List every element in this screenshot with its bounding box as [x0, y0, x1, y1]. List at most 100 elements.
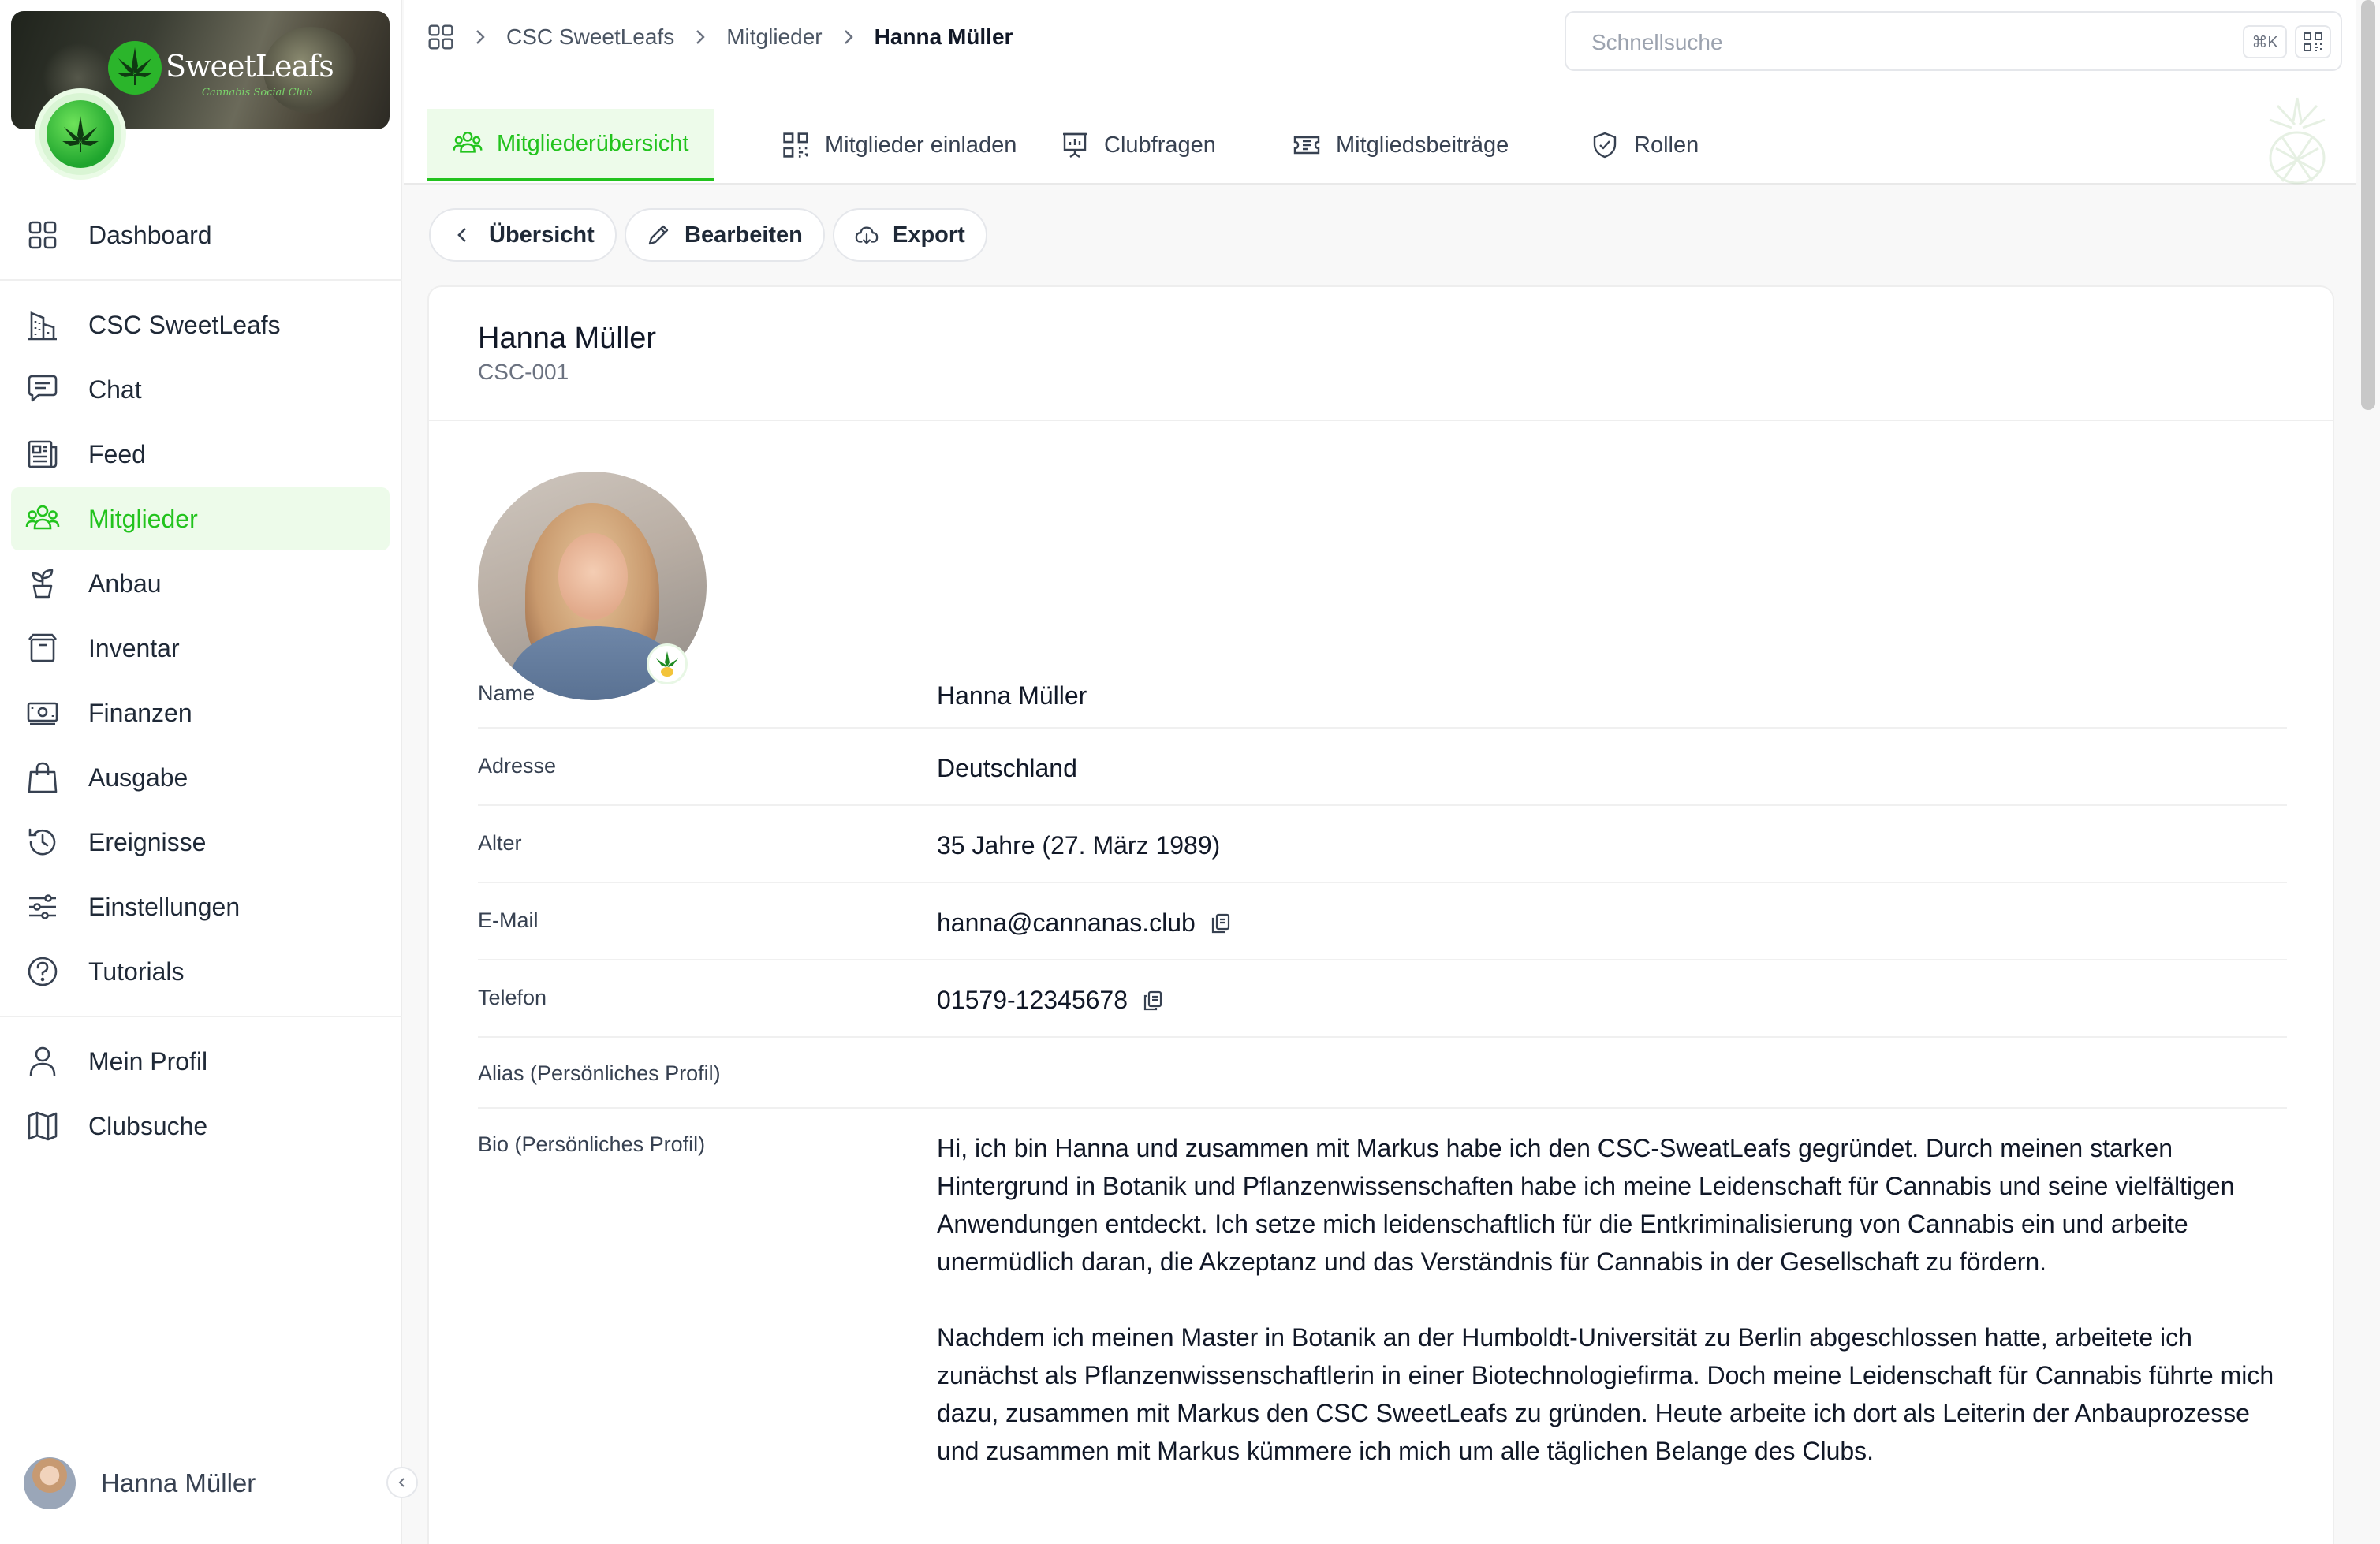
sidebar-item-label: Anbau — [88, 569, 162, 598]
qr-code-icon[interactable] — [2295, 25, 2331, 58]
sidebar-item-my-profile[interactable]: Mein Profil — [11, 1030, 390, 1093]
tab-label: Mitgliedsbeiträge — [1336, 132, 1509, 158]
sidebar-item-chat[interactable]: Chat — [11, 358, 390, 421]
sidebar-item-events[interactable]: Ereignisse — [11, 811, 390, 874]
field-row-bio: Bio (Persönliches Profil) Hi, ich bin Ha… — [478, 1109, 2287, 1544]
tab-label: Mitglieder einladen — [825, 132, 1017, 158]
field-row-phone: Telefon 01579-12345678 — [478, 960, 2287, 1038]
cannabis-leaf-icon — [62, 116, 99, 152]
sidebar-item-label: Finanzen — [88, 698, 192, 727]
sidebar-item-cultivation[interactable]: Anbau — [11, 552, 390, 615]
tab-club-questions[interactable]: Clubfragen — [1035, 109, 1241, 181]
chevron-left-icon — [451, 223, 475, 247]
cloud-download-icon — [855, 223, 879, 247]
field-label: E-Mail — [478, 908, 539, 932]
chevron-right-icon — [843, 28, 854, 46]
member-name-title: Hanna Müller — [478, 322, 656, 355]
sidebar-item-label: Mitglieder — [88, 504, 198, 533]
field-label: Name — [478, 681, 535, 705]
keyboard-shortcut-badge: ⌘K — [2243, 25, 2287, 58]
tab-label: Rollen — [1634, 132, 1699, 158]
bag-icon — [25, 760, 60, 795]
field-value-email: hanna@cannanas.club — [937, 908, 1232, 938]
history-icon — [25, 825, 60, 860]
sidebar-item-club-search[interactable]: Clubsuche — [11, 1095, 390, 1158]
edit-button[interactable]: Bearbeiten — [625, 208, 825, 262]
sidebar-item-label: Mein Profil — [88, 1046, 208, 1076]
export-button[interactable]: Export — [833, 208, 987, 262]
member-detail-card: Hanna Müller CSC-001 Name Hanna Müller A… — [427, 285, 2334, 1544]
sidebar-item-label: Inventar — [88, 633, 180, 662]
bio-paragraph: Hi, ich bin Hanna und zusammen mit Marku… — [937, 1134, 2235, 1276]
current-user[interactable]: Hanna Müller — [24, 1456, 256, 1511]
top-bar: CSC SweetLeafs Mitglieder Hanna Müller S… — [404, 0, 2356, 85]
sidebar-item-dashboard[interactable]: Dashboard — [11, 203, 390, 267]
sidebar-item-label: Dashboard — [88, 220, 212, 249]
sidebar-item-label: Chat — [88, 375, 142, 404]
sidebar-item-members[interactable]: Mitglieder — [11, 487, 390, 550]
field-label: Adresse — [478, 754, 557, 778]
tab-bar: Mitgliederübersicht Mitglieder einladen … — [404, 85, 2356, 185]
copy-icon[interactable] — [1142, 990, 1164, 1012]
sidebar-item-label: Clubsuche — [88, 1111, 208, 1140]
ticket-icon — [1292, 130, 1322, 160]
sidebar-item-finance[interactable]: Finanzen — [11, 681, 390, 744]
shield-check-icon — [1590, 130, 1620, 160]
button-label: Bearbeiten — [685, 222, 803, 248]
bio-paragraph: Nachdem ich meinen Master in Botanik an … — [937, 1323, 2274, 1465]
qr-code-icon — [781, 130, 811, 160]
sidebar-item-dispensing[interactable]: Ausgabe — [11, 746, 390, 809]
sidebar-item-club[interactable]: CSC SweetLeafs — [11, 293, 390, 356]
back-to-overview-button[interactable]: Übersicht — [429, 208, 617, 262]
box-icon — [25, 631, 60, 666]
sidebar-item-inventory[interactable]: Inventar — [11, 617, 390, 680]
pineapple-watermark-icon — [2269, 97, 2326, 185]
field-value: 35 Jahre (27. März 1989) — [937, 831, 1221, 860]
tab-roles[interactable]: Rollen — [1565, 109, 1724, 181]
tab-invite-members[interactable]: Mitglieder einladen — [755, 109, 1042, 181]
field-value: Hanna Müller — [937, 681, 1087, 710]
field-value-phone: 01579-12345678 — [937, 986, 1164, 1015]
divider — [0, 1016, 402, 1017]
search-placeholder: Schnellsuche — [1591, 30, 1723, 54]
money-icon — [25, 696, 60, 730]
sidebar-item-label: Tutorials — [88, 957, 185, 986]
tab-member-overview[interactable]: Mitgliederübersicht — [427, 109, 714, 181]
home-grid-icon[interactable] — [427, 24, 454, 50]
field-label: Alias (Persönliches Profil) — [478, 1061, 721, 1085]
breadcrumb-members[interactable]: Mitglieder — [726, 24, 822, 50]
sliders-icon — [25, 889, 60, 924]
field-value: Deutschland — [937, 754, 1077, 782]
field-label: Bio (Persönliches Profil) — [478, 1132, 706, 1156]
field-row-age: Alter 35 Jahre (27. März 1989) — [478, 806, 2287, 883]
sidebar-item-feed[interactable]: Feed — [11, 423, 390, 486]
pencil-icon — [647, 223, 670, 247]
sidebar-item-label: Ausgabe — [88, 763, 188, 792]
plant-icon — [25, 566, 60, 601]
search-input[interactable]: Schnellsuche ⌘K — [1565, 11, 2342, 71]
bio-text: Hi, ich bin Hanna und zusammen mit Marku… — [937, 1129, 2293, 1508]
club-brand-subtitle: Cannabis Social Club — [202, 87, 313, 99]
breadcrumb-club[interactable]: CSC SweetLeafs — [506, 24, 674, 50]
page-scrollbar[interactable] — [2361, 0, 2375, 410]
user-icon — [25, 1044, 60, 1079]
collapse-sidebar-button[interactable] — [386, 1467, 418, 1498]
member-id: CSC-001 — [478, 360, 569, 384]
users-icon — [25, 502, 60, 536]
field-row-name: Name Hanna Müller — [478, 651, 2287, 729]
copy-icon[interactable] — [1210, 912, 1232, 934]
grid-icon — [25, 218, 60, 252]
tab-membership-fees[interactable]: Mitgliedsbeiträge — [1266, 109, 1534, 181]
sidebar-item-tutorials[interactable]: Tutorials — [11, 940, 390, 1003]
newspaper-icon — [25, 437, 60, 472]
map-icon — [25, 1109, 60, 1143]
building-icon — [25, 308, 60, 342]
email-value[interactable]: hanna@cannanas.club — [937, 908, 1196, 938]
phone-value[interactable]: 01579-12345678 — [937, 986, 1128, 1015]
tab-label: Mitgliederübersicht — [497, 130, 689, 156]
field-label: Telefon — [478, 986, 547, 1009]
sidebar-item-settings[interactable]: Einstellungen — [11, 875, 390, 938]
club-brand-name: SweetLeafs — [166, 49, 334, 84]
club-avatar[interactable] — [35, 88, 126, 180]
button-label: Export — [893, 222, 965, 248]
